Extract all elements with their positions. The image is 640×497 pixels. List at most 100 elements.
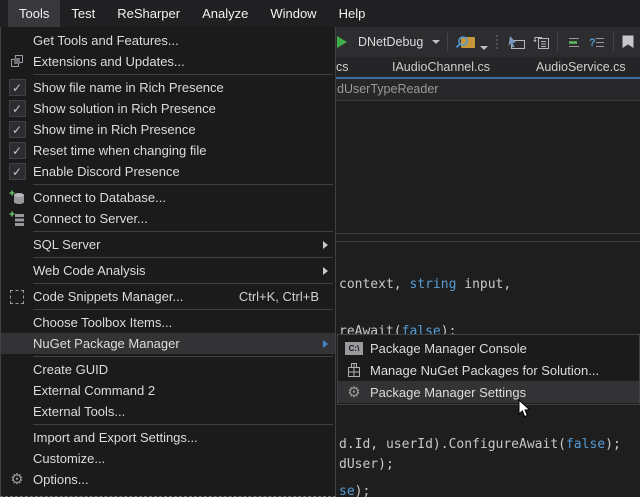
menu-item-nuget-package-manager[interactable]: NuGet Package Manager (1, 333, 335, 354)
menu-item-label: Code Snippets Manager... (33, 289, 239, 304)
menu-item-label: Show solution in Rich Presence (33, 101, 335, 116)
menu-item-create-guid[interactable]: Create GUID (1, 359, 335, 380)
toolbar-grip[interactable] (495, 34, 500, 50)
menu-item-gutter: ⚙ (338, 385, 370, 400)
format-lines-icon[interactable] (565, 35, 582, 49)
submenu-arrow-icon (323, 340, 328, 348)
find-options-dropdown-icon[interactable] (480, 46, 488, 50)
menu-item-label: Show time in Rich Presence (33, 122, 335, 137)
menu-item-external-command-2[interactable]: External Command 2 (1, 380, 335, 401)
menu-separator (33, 309, 333, 310)
console-icon: C:\ (345, 342, 363, 355)
run-config-label[interactable]: DNetDebug (354, 35, 425, 49)
menu-item-label: Show file name in Rich Presence (33, 80, 335, 95)
menubar-item-help[interactable]: Help (328, 0, 377, 27)
gear-icon: ⚙ (10, 472, 23, 487)
menu-separator (33, 257, 333, 258)
menu-item-gutter (1, 290, 33, 304)
checkmark-icon: ✓ (9, 142, 26, 159)
menu-item-gutter: ✓ (1, 142, 33, 159)
menubar-item-window[interactable]: Window (259, 0, 327, 27)
menu-item-label: Manage NuGet Packages for Solution... (370, 363, 639, 378)
menu-item-label: Enable Discord Presence (33, 164, 335, 179)
checkmark-icon: ✓ (9, 79, 26, 96)
copy-structure-icon[interactable] (533, 35, 550, 50)
run-config-dropdown-icon[interactable] (432, 40, 440, 44)
menu-item-gutter (338, 362, 370, 378)
svg-text:?: ? (589, 37, 596, 49)
menu-item-web-code-analysis[interactable]: Web Code Analysis (1, 260, 335, 281)
menu-item-sql-server[interactable]: SQL Server (1, 234, 335, 255)
checkmark-icon: ✓ (9, 121, 26, 138)
extensions-icon (9, 54, 25, 70)
menu-item-label: Package Manager Console (370, 341, 639, 356)
menubar: ToolsTestReSharperAnalyzeWindowHelp (0, 0, 640, 27)
menu-item-reset-time-when-changing-file[interactable]: ✓ Reset time when changing file (1, 140, 335, 161)
menu-item-label: Customize... (33, 451, 335, 466)
menubar-item-tools[interactable]: Tools (8, 0, 60, 27)
menu-item-label: Package Manager Settings (370, 385, 639, 400)
menu-item-extensions-and-updates[interactable]: Extensions and Updates... (1, 51, 335, 72)
select-element-icon[interactable] (507, 35, 526, 50)
menu-item-customize[interactable]: Customize... (1, 448, 335, 469)
menu-item-label: NuGet Package Manager (33, 336, 323, 351)
menubar-item-analyze[interactable]: Analyze (191, 0, 259, 27)
menu-item-label: Import and Export Settings... (33, 430, 335, 445)
menu-item-label: Get Tools and Features... (33, 33, 335, 48)
menu-item-gutter: ✓ (1, 163, 33, 180)
editor-divider-line (336, 233, 640, 234)
menu-item-get-tools-and-features[interactable]: Get Tools and Features... (1, 30, 335, 51)
start-debug-icon[interactable] (337, 36, 347, 48)
toolbar-separator (447, 33, 448, 51)
menu-item-label: Choose Toolbox Items... (33, 315, 335, 330)
nuget-submenu: C:\ Package Manager Console Manage NuGet P… (337, 334, 640, 405)
menu-item-code-snippets-manager[interactable]: Code Snippets Manager...Ctrl+K, Ctrl+B (1, 286, 335, 307)
hints-lines-icon[interactable]: ? (589, 35, 606, 49)
nuget-packages-icon (346, 362, 362, 378)
menu-item-gutter: C:\ (338, 342, 370, 355)
snippets-icon (10, 290, 24, 304)
menu-item-show-file-name-in-rich-presence[interactable]: ✓ Show file name in Rich Presence (1, 77, 335, 98)
menu-separator (33, 74, 333, 75)
bookmark-icon[interactable] (621, 34, 635, 50)
vs-window: ToolsTestReSharperAnalyzeWindowHelp DNet… (0, 0, 640, 497)
menu-item-external-tools[interactable]: External Tools... (1, 401, 335, 422)
menu-item-connect-to-database[interactable]: Connect to Database... (1, 187, 335, 208)
tab-iaudiochannel-cs[interactable]: IAudioChannel.cs (392, 60, 490, 74)
menu-item-label: Reset time when changing file (33, 143, 335, 158)
menu-item-connect-to-server[interactable]: Connect to Server... (1, 208, 335, 229)
menu-item-enable-discord-presence[interactable]: ✓ Enable Discord Presence (1, 161, 335, 182)
checkmark-icon: ✓ (9, 100, 26, 117)
menu-separator (33, 356, 333, 357)
menu-item-gutter (1, 54, 33, 70)
code-line: d.Id, userId).ConfigureAwait(false); (339, 437, 621, 452)
menubar-item-resharper[interactable]: ReSharper (106, 0, 191, 27)
menu-item-import-and-export-settings[interactable]: Import and Export Settings... (1, 427, 335, 448)
menu-item-label: Create GUID (33, 362, 335, 377)
menu-item-label: Connect to Server... (33, 211, 335, 226)
menu-item-shortcut: Ctrl+K, Ctrl+B (239, 289, 319, 304)
toolbar-separator (613, 33, 614, 51)
menu-item-label: Options... (33, 472, 335, 487)
menu-item-label: Extensions and Updates... (33, 54, 335, 69)
menu-item-show-solution-in-rich-presence[interactable]: ✓ Show solution in Rich Presence (1, 98, 335, 119)
menu-separator (33, 283, 333, 284)
menu-item-gutter (1, 190, 33, 206)
menu-separator (33, 184, 333, 185)
menu-item-manage-nuget-packages-for-solution[interactable]: Manage NuGet Packages for Solution... (338, 359, 639, 381)
menu-item-options[interactable]: ⚙ Options... (1, 469, 335, 490)
menu-item-show-time-in-rich-presence[interactable]: ✓ Show time in Rich Presence (1, 119, 335, 140)
menu-separator (33, 231, 333, 232)
menu-item-package-manager-console[interactable]: C:\ Package Manager Console (338, 337, 639, 359)
menu-item-package-manager-settings[interactable]: ⚙Package Manager Settings (338, 381, 639, 403)
tab-cs[interactable]: cs (336, 60, 349, 74)
tab-audioservice-cs[interactable]: AudioService.cs (536, 60, 626, 74)
menu-item-label: External Tools... (33, 404, 335, 419)
checkmark-icon: ✓ (9, 163, 26, 180)
menu-separator (33, 424, 333, 425)
menu-item-label: Connect to Database... (33, 190, 335, 205)
menubar-item-test[interactable]: Test (60, 0, 106, 27)
find-in-files-icon[interactable] (455, 34, 476, 50)
code-line: dUser); (339, 457, 394, 472)
menu-item-choose-toolbox-items[interactable]: Choose Toolbox Items... (1, 312, 335, 333)
